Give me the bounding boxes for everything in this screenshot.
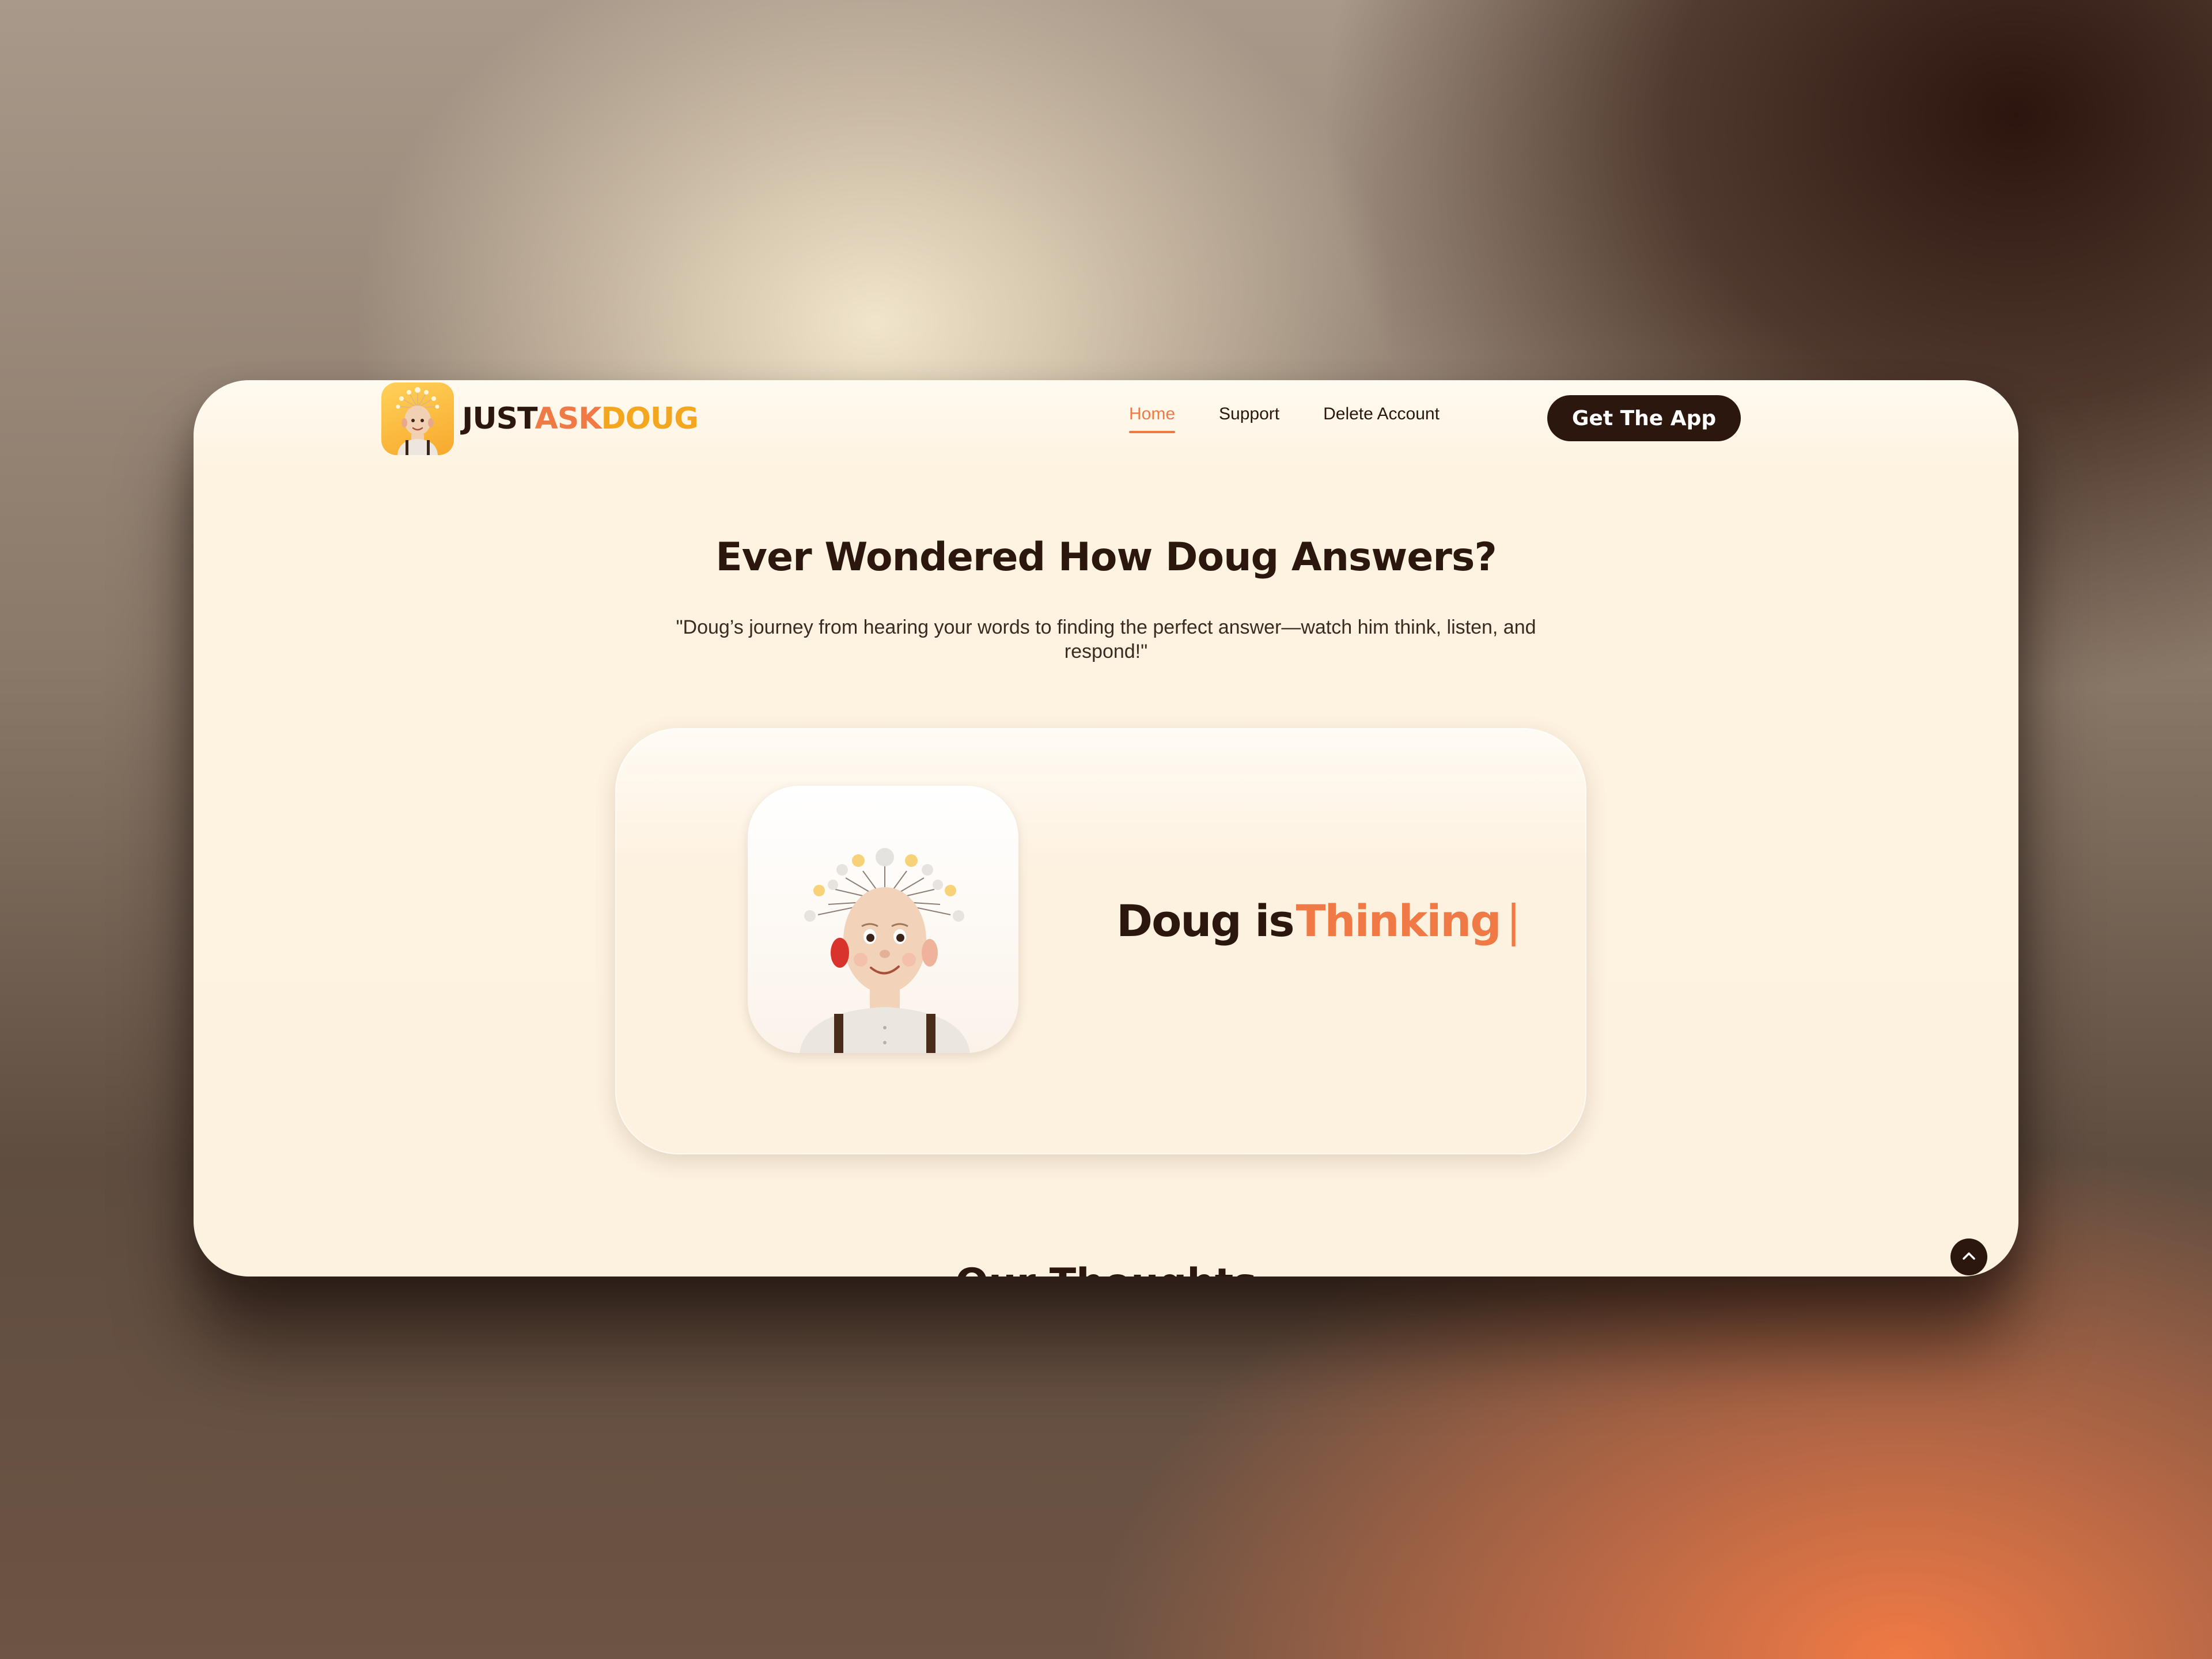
- nav-link-home[interactable]: Home: [1129, 404, 1176, 433]
- doug-status-text: Doug isThinking |: [1116, 895, 1521, 946]
- doug-demo-card: Doug isThinking |: [615, 728, 1586, 1154]
- typing-caret: |: [1506, 895, 1521, 946]
- brand-wordmark: JUSTASKDOUG: [462, 402, 699, 436]
- scroll-to-top-button[interactable]: [1950, 1238, 1987, 1275]
- brand-part-just: JUST: [462, 402, 535, 436]
- brand-part-ask: ASK: [535, 402, 601, 436]
- get-the-app-button[interactable]: Get The App: [1547, 395, 1741, 441]
- hero-subtitle: "Doug’s journey from hearing your words …: [676, 616, 1536, 662]
- hero-title: Ever Wondered How Doug Answers?: [715, 535, 1497, 580]
- navbar: JUSTASKDOUG Home Support Delete Account …: [194, 380, 2018, 455]
- chevron-up-icon: [1959, 1247, 1979, 1268]
- doug-thinking-icon: [748, 786, 1018, 1053]
- brand-logo[interactable]: JUSTASKDOUG: [381, 382, 699, 455]
- next-section-title: Our Thoughts: [194, 1260, 2018, 1277]
- doug-status-prefix: Doug is: [1116, 895, 1295, 946]
- nav-link-support[interactable]: Support: [1219, 404, 1279, 424]
- doug-avatar-icon: [381, 382, 454, 455]
- doug-status-state: Thinking: [1296, 895, 1502, 946]
- main-nav: Home Support Delete Account: [1129, 404, 1440, 433]
- browser-window: JUSTASKDOUG Home Support Delete Account …: [194, 380, 2018, 1277]
- brand-part-doug: DOUG: [601, 402, 698, 436]
- nav-link-delete-account[interactable]: Delete Account: [1323, 404, 1440, 424]
